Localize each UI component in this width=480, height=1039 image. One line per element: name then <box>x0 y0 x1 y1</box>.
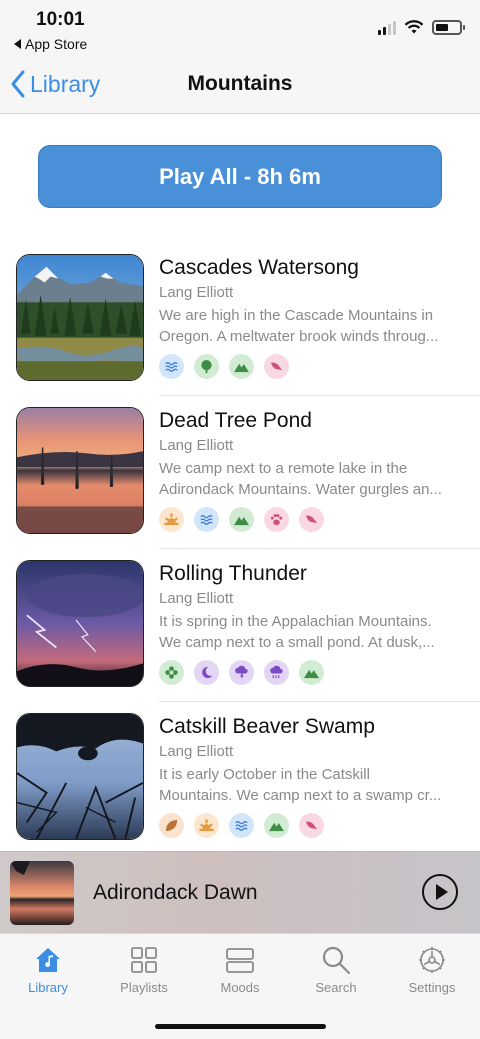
back-app-label: App Store <box>25 36 88 52</box>
water-icon <box>194 507 219 532</box>
now-playing-title: Adirondack Dawn <box>93 881 258 904</box>
track-description: It is early October in the Catskill Moun… <box>159 766 442 804</box>
house-icon <box>36 948 60 972</box>
navigation-bar: Library Mountains <box>0 58 480 114</box>
tab-label: Playlists <box>120 980 168 995</box>
track-tags <box>159 813 324 838</box>
tab-moods[interactable]: Moods <box>192 934 288 995</box>
track-title: Rolling Thunder <box>159 562 307 585</box>
track-thumbnail <box>16 254 144 381</box>
status-bar: 10:01 App Store <box>0 0 480 58</box>
sunrise-icon <box>159 507 184 532</box>
mountain-icon <box>264 813 289 838</box>
list-item[interactable]: Dead Tree Pond Lang Elliott We camp next… <box>0 396 480 549</box>
paw-icon <box>264 507 289 532</box>
bird-icon <box>299 507 324 532</box>
track-artist: Lang Elliott <box>159 743 234 760</box>
track-artist: Lang Elliott <box>159 590 234 607</box>
list-item[interactable]: Cascades Watersong Lang Elliott We are h… <box>0 243 480 396</box>
track-thumbnail <box>16 560 144 687</box>
gear-icon <box>419 947 445 973</box>
moon-icon <box>194 660 219 685</box>
search-icon <box>322 946 351 975</box>
play-all-button[interactable]: Play All - 8h 6m <box>38 145 442 208</box>
track-title: Dead Tree Pond <box>159 409 312 432</box>
back-to-app-link[interactable]: App Store <box>14 36 87 52</box>
storm-icon <box>229 660 254 685</box>
leaf-icon <box>159 813 184 838</box>
home-indicator <box>155 1024 326 1029</box>
track-title: Cascades Watersong <box>159 256 359 279</box>
tab-label: Library <box>28 980 68 995</box>
page-title: Mountains <box>187 72 293 95</box>
track-description: It is spring in the Appalachian Mountain… <box>159 613 435 651</box>
tab-label: Moods <box>220 980 260 995</box>
track-tags <box>159 660 324 685</box>
list-item[interactable]: Catskill Beaver Swamp Lang Elliott It is… <box>0 702 480 855</box>
water-icon <box>229 813 254 838</box>
water-icon <box>159 354 184 379</box>
bird-icon <box>264 354 289 379</box>
cellular-signal-icon <box>378 20 396 35</box>
back-triangle-icon <box>14 39 21 49</box>
track-thumbnail <box>16 407 144 534</box>
status-time: 10:01 <box>36 9 85 30</box>
status-icons <box>378 20 465 35</box>
now-playing-artwork <box>10 861 74 925</box>
track-title: Catskill Beaver Swamp <box>159 715 375 738</box>
track-tags <box>159 354 289 379</box>
tab-search[interactable]: Search <box>288 934 384 995</box>
mountain-icon <box>299 660 324 685</box>
play-button[interactable] <box>422 874 458 910</box>
mountain-icon <box>229 354 254 379</box>
play-icon <box>436 884 448 900</box>
flower-icon <box>159 660 184 685</box>
track-artist: Lang Elliott <box>159 437 234 454</box>
bird-icon <box>299 813 324 838</box>
track-description: We camp next to a remote lake in the Adi… <box>159 460 442 498</box>
mountain-icon <box>229 507 254 532</box>
track-artist: Lang Elliott <box>159 284 234 301</box>
tab-label: Search <box>315 980 357 995</box>
wifi-icon <box>404 20 424 34</box>
battery-icon <box>432 20 465 35</box>
sunrise-icon <box>194 813 219 838</box>
tab-bar: Library Playlists Moods Search Settings <box>0 933 480 1039</box>
track-thumbnail <box>16 713 144 840</box>
grid-icon <box>131 947 157 973</box>
list-item[interactable]: Rolling Thunder Lang Elliott It is sprin… <box>0 549 480 702</box>
track-list: Cascades Watersong Lang Elliott We are h… <box>0 243 480 855</box>
tab-label: Settings <box>408 980 456 995</box>
tree-icon <box>194 354 219 379</box>
track-description: We are high in the Cascade Mountains in … <box>159 307 439 345</box>
stack-icon <box>226 948 254 973</box>
tab-library[interactable]: Library <box>0 934 96 995</box>
mini-player[interactable]: Adirondack Dawn <box>0 851 480 933</box>
tab-settings[interactable]: Settings <box>384 934 480 995</box>
rain-icon <box>264 660 289 685</box>
track-tags <box>159 507 324 532</box>
tab-playlists[interactable]: Playlists <box>96 934 192 995</box>
